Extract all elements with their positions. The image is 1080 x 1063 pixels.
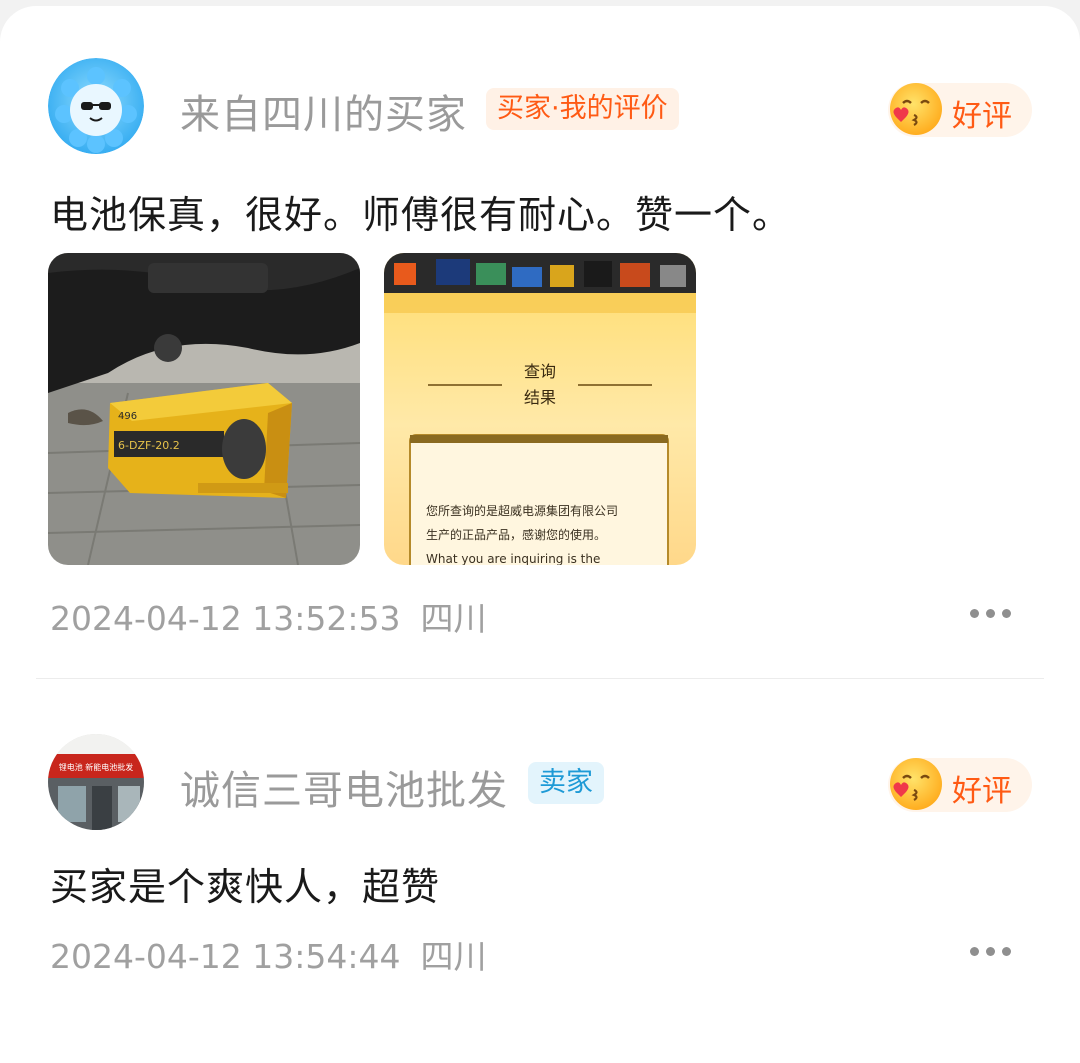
review-item-seller: 锂电池 新能电池批发 诚信三哥电池批发 卖家 好评 买家是个爽快人，超赞 202… xyxy=(0,684,1080,1063)
query-result-line3: What you are inquiring is the xyxy=(426,552,600,565)
seller-avatar-image: 锂电池 新能电池批发 xyxy=(48,734,144,830)
more-dots-icon[interactable] xyxy=(958,936,1022,966)
query-result-line2: 生产的正品产品，感谢您的使用。 xyxy=(426,527,606,542)
seller-role-tag: 卖家 xyxy=(528,762,604,804)
battery-box-label-code: 6-DZF-20.2 xyxy=(118,439,180,452)
buyer-name[interactable]: 来自四川的买家 xyxy=(180,82,467,140)
seller-review-meta: 2024-04-12 13:54:44 四川 xyxy=(50,930,486,978)
buyer-role-tag: 买家·我的评价 xyxy=(486,88,679,130)
battery-box-photo: 6-DZF-20.2 496 xyxy=(48,253,360,565)
buyer-review-location: 四川 xyxy=(420,599,487,638)
seller-review-location: 四川 xyxy=(420,937,487,976)
review-divider xyxy=(36,678,1044,679)
query-result-title-line1: 查询 xyxy=(524,362,556,381)
seller-review-timestamp: 2024-04-12 13:54:44 xyxy=(50,937,401,976)
buyer-review-meta: 2024-04-12 13:52:53 四川 xyxy=(50,592,486,640)
seller-name[interactable]: 诚信三哥电池批发 xyxy=(180,758,508,816)
reviews-card: 来自四川的买家 买家·我的评价 好评 电池保真，很好。师傅很有耐心。赞一个。 6… xyxy=(0,6,1080,1063)
kissing-face-emoji-icon xyxy=(890,758,942,810)
buyer-avatar[interactable] xyxy=(48,58,144,154)
review-photo-query-result[interactable]: 查询 结果 您所查询的是超威电源集团有限公司 生产的正品产品，感谢您的使用。 W… xyxy=(384,253,696,565)
buyer-review-text: 电池保真，很好。师傅很有耐心。赞一个。 xyxy=(50,193,792,237)
more-dots-icon[interactable] xyxy=(958,598,1022,628)
query-result-line1: 您所查询的是超威电源集团有限公司 xyxy=(426,503,618,518)
seller-rating-badge: 好评 xyxy=(888,758,1032,812)
seller-rating-label: 好评 xyxy=(952,774,1012,809)
review-item-buyer: 来自四川的买家 买家·我的评价 好评 电池保真，很好。师傅很有耐心。赞一个。 6… xyxy=(0,6,1080,678)
battery-box-label-brand: 496 xyxy=(118,411,137,422)
buyer-avatar-image xyxy=(48,58,144,154)
review-photo-battery-box[interactable]: 6-DZF-20.2 496 xyxy=(48,253,360,565)
query-result-photo: 查询 结果 您所查询的是超威电源集团有限公司 生产的正品产品，感谢您的使用。 W… xyxy=(384,253,696,565)
buyer-review-timestamp: 2024-04-12 13:52:53 xyxy=(50,599,401,638)
query-result-title-line2: 结果 xyxy=(524,388,556,407)
seller-avatar-sign-text: 锂电池 新能电池批发 xyxy=(59,762,134,772)
kissing-face-emoji-icon xyxy=(890,83,942,135)
buyer-rating-badge: 好评 xyxy=(888,83,1032,137)
seller-avatar[interactable]: 锂电池 新能电池批发 xyxy=(48,734,144,830)
seller-review-text: 买家是个爽快人，超赞 xyxy=(50,865,441,909)
buyer-rating-label: 好评 xyxy=(952,99,1012,134)
